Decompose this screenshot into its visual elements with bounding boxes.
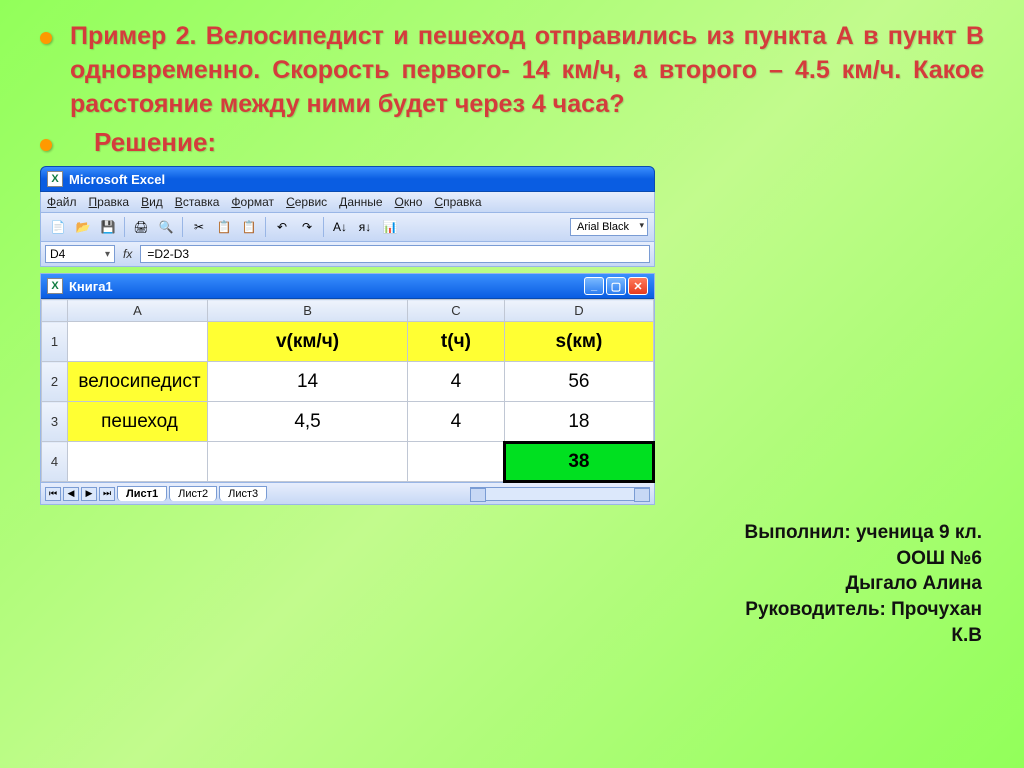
menu-bar[interactable]: Файл Правка Вид Вставка Формат Сервис Да…	[40, 192, 655, 213]
col-header-c[interactable]: C	[408, 300, 505, 322]
cell[interactable]: v(км/ч)	[208, 322, 408, 362]
close-icon[interactable]: ✕	[628, 277, 648, 295]
cell[interactable]: 4	[408, 362, 505, 402]
select-all[interactable]	[42, 300, 68, 322]
cell[interactable]	[68, 322, 208, 362]
maximize-icon[interactable]: ▢	[606, 277, 626, 295]
copy-icon[interactable]: 📋	[213, 216, 235, 238]
cell[interactable]	[68, 442, 208, 482]
tab-nav-last-icon[interactable]: ⏭	[99, 487, 115, 501]
tab-nav-first-icon[interactable]: ⏮	[45, 487, 61, 501]
cell[interactable]: s(км)	[504, 322, 653, 362]
fx-icon[interactable]: fx	[119, 247, 136, 261]
app-title: Microsoft Excel	[69, 172, 165, 187]
credit-line: Руководитель: Прочухан	[682, 597, 982, 623]
credits: Выполнил: ученица 9 кл. ООШ №6 Дыгало Ал…	[682, 520, 982, 648]
undo-icon[interactable]: ↶	[271, 216, 293, 238]
preview-icon[interactable]: 🔍	[155, 216, 177, 238]
font-selector[interactable]: Arial Black	[570, 218, 648, 236]
paste-icon[interactable]: 📋	[238, 216, 260, 238]
row-header[interactable]: 4	[42, 442, 68, 482]
new-icon[interactable]: 📄	[47, 216, 69, 238]
menu-view[interactable]: Вид	[141, 195, 163, 209]
menu-data[interactable]: Данные	[339, 195, 382, 209]
spreadsheet-grid[interactable]: A B C D 1 v(км/ч) t(ч) s(км) 2 велосипед…	[41, 299, 654, 482]
solution-label: Решение:	[94, 127, 216, 158]
tab-nav-next-icon[interactable]: ▶	[81, 487, 97, 501]
col-header-d[interactable]: D	[504, 300, 653, 322]
minimize-icon[interactable]: _	[584, 277, 604, 295]
col-header-b[interactable]: B	[208, 300, 408, 322]
formula-input[interactable]: =D2-D3	[140, 245, 650, 263]
chart-icon[interactable]: 📊	[379, 216, 401, 238]
separator	[124, 217, 125, 237]
cell-result[interactable]: 38	[504, 442, 653, 482]
app-titlebar[interactable]: X Microsoft Excel	[40, 166, 655, 192]
redo-icon[interactable]: ↷	[296, 216, 318, 238]
save-icon[interactable]: 💾	[97, 216, 119, 238]
cell[interactable]: пешеход	[68, 402, 208, 442]
cell[interactable]: 18	[504, 402, 653, 442]
menu-format[interactable]: Формат	[231, 195, 274, 209]
cut-icon[interactable]: ✂	[188, 216, 210, 238]
col-header-a[interactable]: A	[68, 300, 208, 322]
separator	[323, 217, 324, 237]
sort-asc-icon[interactable]: A↓	[329, 216, 351, 238]
sheet-tab[interactable]: Лист2	[169, 486, 217, 501]
row-header[interactable]: 3	[42, 402, 68, 442]
row-header[interactable]: 1	[42, 322, 68, 362]
credit-line: Выполнил: ученица 9 кл.	[682, 520, 982, 546]
cell[interactable]: велосипедист	[68, 362, 208, 402]
name-box[interactable]: D4	[45, 245, 115, 263]
credit-line: К.В	[682, 623, 982, 649]
menu-help[interactable]: Справка	[434, 195, 481, 209]
formula-bar: D4 fx =D2-D3	[40, 242, 655, 267]
cell[interactable]: 56	[504, 362, 653, 402]
cell[interactable]	[208, 442, 408, 482]
horizontal-scrollbar[interactable]	[470, 487, 650, 501]
cell[interactable]: 14	[208, 362, 408, 402]
sort-desc-icon[interactable]: я↓	[354, 216, 376, 238]
sheet-tab[interactable]: Лист3	[219, 486, 267, 501]
tab-nav-prev-icon[interactable]: ◀	[63, 487, 79, 501]
bullet-dot	[40, 32, 52, 44]
print-icon[interactable]: 🖨	[130, 216, 152, 238]
menu-edit[interactable]: Правка	[89, 195, 130, 209]
credit-line: ООШ №6	[682, 546, 982, 572]
menu-window[interactable]: Окно	[395, 195, 423, 209]
separator	[265, 217, 266, 237]
excel-icon: X	[47, 171, 63, 187]
workbook-titlebar[interactable]: X Книга1 _ ▢ ✕	[41, 274, 654, 299]
bullet-dot	[40, 139, 52, 151]
sheet-tabs: ⏮ ◀ ▶ ⏭ Лист1 Лист2 Лист3	[41, 482, 654, 504]
menu-file[interactable]: Файл	[47, 195, 77, 209]
menu-tools[interactable]: Сервис	[286, 195, 327, 209]
excel-window: X Microsoft Excel Файл Правка Вид Вставк…	[40, 166, 655, 505]
menu-insert[interactable]: Вставка	[175, 195, 220, 209]
cell[interactable]: t(ч)	[408, 322, 505, 362]
cell[interactable]: 4	[408, 402, 505, 442]
excel-icon: X	[47, 278, 63, 294]
row-header[interactable]: 2	[42, 362, 68, 402]
open-icon[interactable]: 📂	[72, 216, 94, 238]
separator	[182, 217, 183, 237]
problem-text: Пример 2. Велосипедист и пешеход отправи…	[70, 20, 984, 121]
workbook-title: Книга1	[69, 279, 113, 294]
credit-line: Дыгало Алина	[682, 571, 982, 597]
toolbar: 📄 📂 💾 🖨 🔍 ✂ 📋 📋 ↶ ↷ A↓ я↓ 📊 Arial Black	[40, 213, 655, 242]
workbook-window: X Книга1 _ ▢ ✕ A B C D 1 v(км/ч) t(ч) s(…	[40, 273, 655, 505]
cell[interactable]	[408, 442, 505, 482]
cell[interactable]: 4,5	[208, 402, 408, 442]
active-cell-ref: D4	[50, 247, 65, 261]
sheet-tab[interactable]: Лист1	[117, 486, 167, 501]
